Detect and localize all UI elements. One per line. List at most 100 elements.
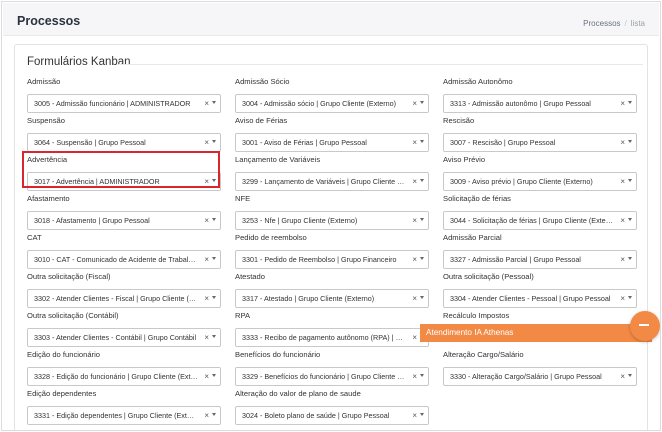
clear-icon[interactable]: × <box>620 212 625 229</box>
minimize-icon <box>639 324 649 326</box>
clear-icon[interactable]: × <box>204 173 209 190</box>
select-outra-solicitacao-fiscal[interactable]: 3302 - Atender Clientes - Fiscal | Grupo… <box>27 289 221 308</box>
select-aviso-previo[interactable]: 3009 - Aviso prévio | Grupo Cliente (Ext… <box>443 172 637 191</box>
field-nfe: NFE 3253 - Nfe | Grupo Cliente (Externo) × <box>235 193 429 230</box>
clear-icon[interactable]: × <box>204 134 209 151</box>
select-value: 3331 - Edição dependentes | Grupo Client… <box>34 411 198 420</box>
field-label: Admissão <box>27 77 61 86</box>
select-admissao-autonomo[interactable]: 3313 - Admissão autonômo | Grupo Pessoal… <box>443 94 637 113</box>
clear-icon[interactable]: × <box>620 368 625 385</box>
field-afastamento: Afastamento 3018 - Afastamento | Grupo Pe… <box>27 193 221 230</box>
chevron-down-icon[interactable] <box>212 374 216 377</box>
clear-icon[interactable]: × <box>204 329 209 346</box>
select-outra-solicitacao-pessoal[interactable]: 3304 - Atender Clientes - Pessoal | Grup… <box>443 289 637 308</box>
field-label: Admissão Autonômo <box>443 77 513 86</box>
clear-icon[interactable]: × <box>204 95 209 112</box>
chevron-down-icon[interactable] <box>212 296 216 299</box>
select-lancamento-de-variaveis[interactable]: 3299 - Lançamento de Variáveis | Grupo C… <box>235 172 429 191</box>
select-rpa[interactable]: 3333 - Recibo de pagamento autônomo (RPA… <box>235 328 429 347</box>
select-edicao-dependentes[interactable]: 3331 - Edição dependentes | Grupo Client… <box>27 406 221 425</box>
clear-icon[interactable]: × <box>204 212 209 229</box>
select-pedido-de-reembolso[interactable]: 3301 - Pedido de Reembolso | Grupo Finan… <box>235 250 429 269</box>
clear-icon[interactable]: × <box>412 95 417 112</box>
select-afastamento[interactable]: 3018 - Afastamento | Grupo Pessoal × <box>27 211 221 230</box>
clear-icon[interactable]: × <box>204 251 209 268</box>
select-alteracao-do-valor-de-plano-de-saude[interactable]: 3024 - Boleto plano de saúde | Grupo Pes… <box>235 406 429 425</box>
clear-icon[interactable]: × <box>412 368 417 385</box>
select-atestado[interactable]: 3317 - Atestado | Grupo Cliente (Externo… <box>235 289 429 308</box>
breadcrumb-link-processos[interactable]: Processos <box>583 19 620 28</box>
clear-icon[interactable]: × <box>620 251 625 268</box>
chevron-down-icon[interactable] <box>628 296 632 299</box>
clear-icon[interactable]: × <box>412 173 417 190</box>
select-alteracao-cargo-salario[interactable]: 3330 - Alteração Cargo/Salário | Grupo P… <box>443 367 637 386</box>
chat-button[interactable] <box>630 311 660 341</box>
select-aviso-de-ferias[interactable]: 3001 - Aviso de Férias | Grupo Pessoal × <box>235 133 429 152</box>
select-value: 3329 - Benefícios do funcionário | Grupo… <box>242 372 406 381</box>
clear-icon[interactable]: × <box>204 368 209 385</box>
select-edicao-do-funcionario[interactable]: 3328 - Edição do funcionário | Grupo Cli… <box>27 367 221 386</box>
select-admissao-socio[interactable]: 3004 - Admissão sócio | Grupo Cliente (E… <box>235 94 429 113</box>
app-window: Processos Processos / lista Formulários Ka… <box>1 1 661 431</box>
clear-icon[interactable]: × <box>412 407 417 424</box>
field-alteracao-cargo-salario: Alteração Cargo/Salário 3330 - Alteração … <box>443 349 637 386</box>
select-value: 3304 - Atender Clientes - Pessoal | Grup… <box>450 294 611 303</box>
field-solicitacao-de-ferias: Solicitação de férias 3044 - Solicitação … <box>443 193 637 230</box>
chevron-down-icon[interactable] <box>628 374 632 377</box>
chevron-down-icon[interactable] <box>420 257 424 260</box>
clear-icon[interactable]: × <box>620 173 625 190</box>
chevron-down-icon[interactable] <box>420 101 424 104</box>
field-label: Suspensão <box>27 116 65 125</box>
chevron-down-icon[interactable] <box>212 413 216 416</box>
select-value: 3018 - Afastamento | Grupo Pessoal <box>34 216 150 225</box>
chevron-down-icon[interactable] <box>212 218 216 221</box>
clear-icon[interactable]: × <box>412 134 417 151</box>
field-label: Rescisão <box>443 116 475 125</box>
chevron-down-icon[interactable] <box>628 257 632 260</box>
clear-icon[interactable]: × <box>204 407 209 424</box>
field-label: Admissão Parcial <box>443 233 502 242</box>
select-suspensao[interactable]: 3064 - Suspensão | Grupo Pessoal × <box>27 133 221 152</box>
select-rescisao[interactable]: 3007 - Rescisão | Grupo Pessoal × <box>443 133 637 152</box>
chevron-down-icon[interactable] <box>420 179 424 182</box>
chevron-down-icon[interactable] <box>212 101 216 104</box>
clear-icon[interactable]: × <box>412 329 417 346</box>
chevron-down-icon[interactable] <box>212 140 216 143</box>
chevron-down-icon[interactable] <box>628 101 632 104</box>
field-admissao-autonomo: Admissão Autonômo 3313 - Admissão autonôm… <box>443 76 637 113</box>
chevron-down-icon[interactable] <box>628 218 632 221</box>
chevron-down-icon[interactable] <box>420 374 424 377</box>
divider <box>117 64 643 65</box>
clear-icon[interactable]: × <box>620 134 625 151</box>
field-label: RPA <box>235 311 251 320</box>
select-cat[interactable]: 3010 - CAT - Comunicado de Acidente de T… <box>27 250 221 269</box>
chevron-down-icon[interactable] <box>628 140 632 143</box>
field-outra-solicitacao-pessoal: Outra solicitação (Pessoal) 3304 - Atende… <box>443 271 637 308</box>
clear-icon[interactable]: × <box>620 95 625 112</box>
chat-widget-bar[interactable]: Atendimento IA Athenas <box>420 324 652 342</box>
field-aviso-previo: Aviso Prévio 3009 - Aviso prévio | Grupo … <box>443 154 637 191</box>
select-solicitacao-de-ferias[interactable]: 3044 - Solicitação de férias | Grupo Cli… <box>443 211 637 230</box>
clear-icon[interactable]: × <box>620 290 625 307</box>
clear-icon[interactable]: × <box>412 290 417 307</box>
select-admissao[interactable]: 3005 - Admissão funcionário | ADMINISTRA… <box>27 94 221 113</box>
clear-icon[interactable]: × <box>412 251 417 268</box>
card-title: Formulários Kanban <box>27 56 131 68</box>
select-advertencia[interactable]: 3017 - Advertência | ADMINISTRADOR × <box>27 172 221 191</box>
select-beneficios-do-funcionario[interactable]: 3329 - Benefícios do funcionário | Grupo… <box>235 367 429 386</box>
chevron-down-icon[interactable] <box>212 179 216 182</box>
chevron-down-icon[interactable] <box>420 413 424 416</box>
chevron-down-icon[interactable] <box>212 335 216 338</box>
chevron-down-icon[interactable] <box>628 179 632 182</box>
chevron-down-icon[interactable] <box>420 296 424 299</box>
clear-icon[interactable]: × <box>412 212 417 229</box>
clear-icon[interactable]: × <box>204 290 209 307</box>
chevron-down-icon[interactable] <box>420 218 424 221</box>
chevron-down-icon[interactable] <box>420 140 424 143</box>
select-outra-solicitacao-contabil[interactable]: 3303 - Atender Clientes - Contábil | Gru… <box>27 328 221 347</box>
chevron-down-icon[interactable] <box>212 257 216 260</box>
field-label: Atestado <box>235 272 265 281</box>
field-label: Recálculo Impostos <box>443 311 510 320</box>
select-nfe[interactable]: 3253 - Nfe | Grupo Cliente (Externo) × <box>235 211 429 230</box>
select-admissao-parcial[interactable]: 3327 - Admissão Parcial | Grupo Pessoal × <box>443 250 637 269</box>
